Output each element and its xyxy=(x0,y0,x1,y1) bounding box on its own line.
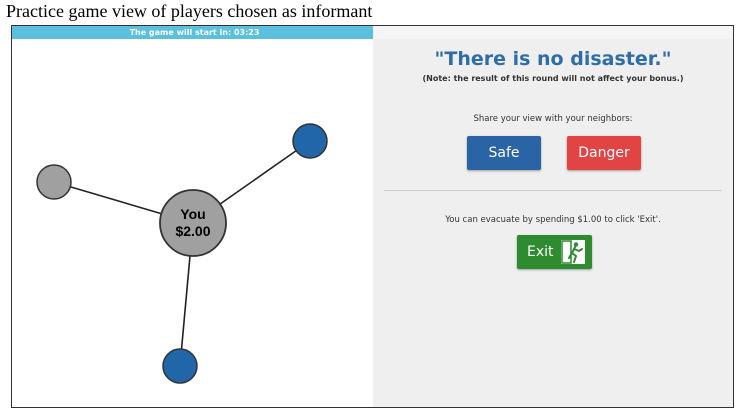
network-graph: You $2.00 xyxy=(36,123,328,384)
running-man-exit-icon xyxy=(561,240,585,264)
share-prompt: Share your view with your neighbors: xyxy=(473,114,633,124)
neighbor-node-bottom xyxy=(162,348,198,384)
exit-button-label: Exit xyxy=(527,244,554,260)
signal-headline: "There is no disaster." xyxy=(434,48,672,70)
game-window: The game will start in: 03:23 You $2.00 … xyxy=(11,25,734,408)
neighbor-node-gray xyxy=(36,164,72,200)
figure-caption: Practice game view of players chosen as … xyxy=(6,1,373,21)
exit-button[interactable]: Exit xyxy=(517,235,592,269)
action-panel-topbar xyxy=(373,26,733,39)
divider xyxy=(384,190,722,191)
self-node-balance: $2.00 xyxy=(175,223,210,239)
safe-button[interactable]: Safe xyxy=(467,136,541,170)
bonus-note: (Note: the result of this round will not… xyxy=(422,74,684,83)
action-panel: "There is no disaster." (Note: the resul… xyxy=(373,26,733,407)
neighbor-node-top-right xyxy=(292,123,328,159)
danger-button[interactable]: Danger xyxy=(567,136,641,170)
evacuate-instructions: You can evacuate by spending $1.00 to cl… xyxy=(445,215,661,225)
self-node-label: You xyxy=(180,206,205,222)
network-panel: The game will start in: 03:23 You $2.00 xyxy=(12,26,377,407)
